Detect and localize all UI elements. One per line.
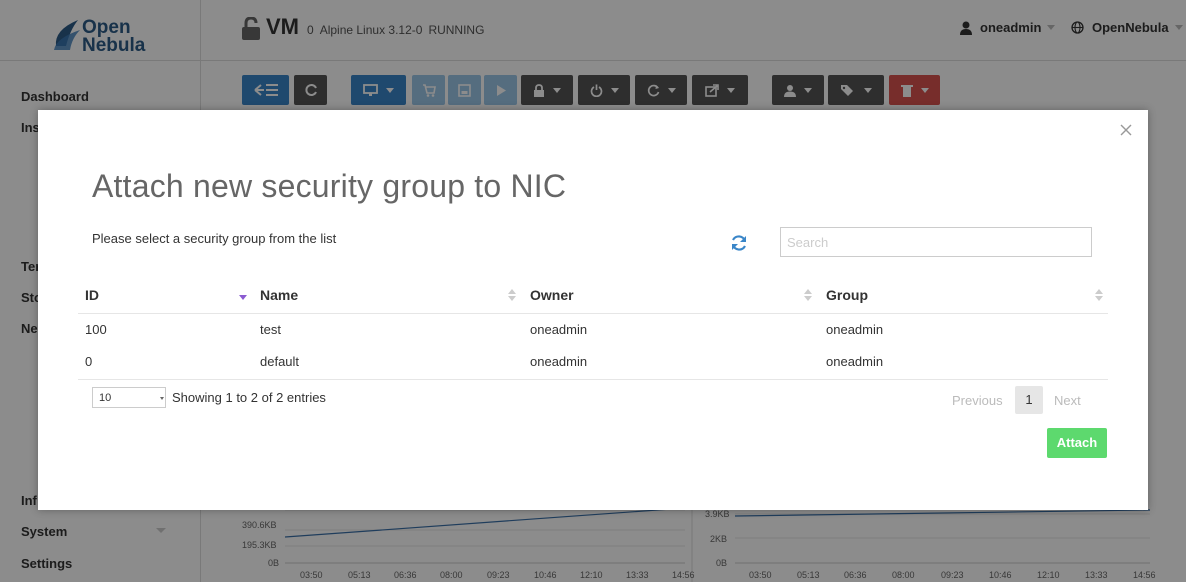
cell-id: 0 xyxy=(85,354,93,369)
pagination-next[interactable]: Next xyxy=(1054,393,1081,408)
sort-icon[interactable] xyxy=(508,288,516,302)
column-header-owner[interactable]: Owner xyxy=(530,287,574,303)
close-icon[interactable] xyxy=(1118,122,1134,138)
refresh-icon[interactable] xyxy=(729,233,749,253)
attach-security-group-modal: Attach new security group to NIC Please … xyxy=(38,110,1148,510)
column-header-group[interactable]: Group xyxy=(826,287,868,303)
cell-group: oneadmin xyxy=(826,322,884,337)
cell-owner: oneadmin xyxy=(530,322,588,337)
sort-desc-icon[interactable] xyxy=(239,288,247,302)
sort-icon[interactable] xyxy=(804,288,812,302)
security-groups-table: ID Name Owner Group 100 test oneadmin on… xyxy=(78,278,1108,378)
attach-button[interactable]: Attach xyxy=(1047,428,1107,458)
page-size-value: 10 xyxy=(99,392,112,404)
pagination-current-page[interactable]: 1 xyxy=(1015,386,1043,414)
column-header-id[interactable]: ID xyxy=(85,287,99,303)
cell-owner: oneadmin xyxy=(530,354,588,369)
table-row[interactable]: 100 test oneadmin oneadmin xyxy=(78,314,1108,346)
column-header-name[interactable]: Name xyxy=(260,287,298,303)
sort-icon[interactable] xyxy=(1095,288,1103,302)
table-header: ID Name Owner Group xyxy=(78,278,1108,314)
cell-id: 100 xyxy=(85,322,107,337)
chevron-down-icon xyxy=(160,397,164,400)
modal-title: Attach new security group to NIC xyxy=(92,168,567,204)
pagination-previous[interactable]: Previous xyxy=(952,393,1003,408)
table-info: Showing 1 to 2 of 2 entries xyxy=(172,390,326,405)
page-size-select[interactable]: 10 xyxy=(92,387,166,408)
table-row[interactable]: 0 default oneadmin oneadmin xyxy=(78,346,1108,378)
cell-name: test xyxy=(260,322,281,337)
cell-name: default xyxy=(260,354,300,369)
cell-group: oneadmin xyxy=(826,354,884,369)
search-input[interactable] xyxy=(780,227,1092,257)
modal-instruction: Please select a security group from the … xyxy=(92,231,337,246)
table-divider xyxy=(78,379,1108,380)
